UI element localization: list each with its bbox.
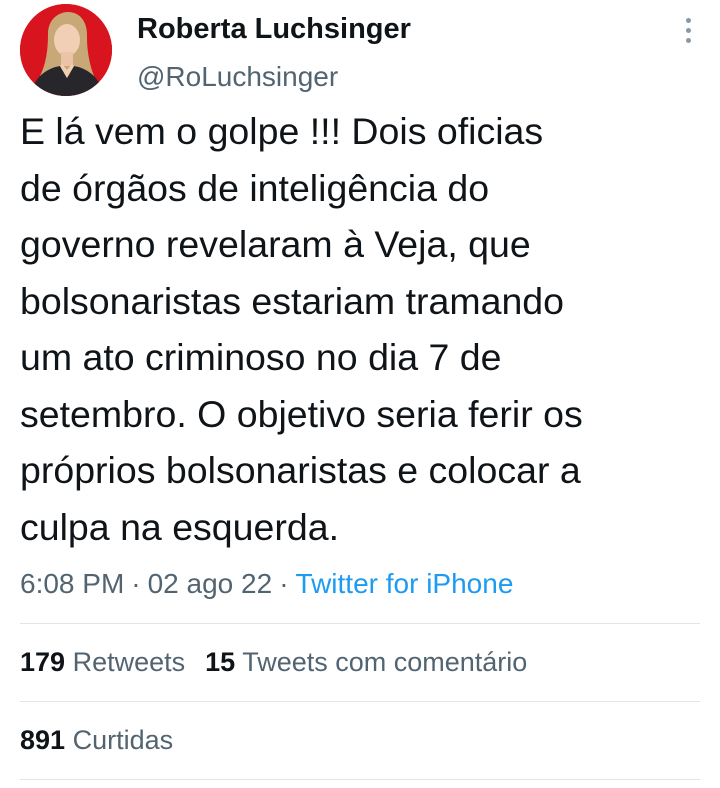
avatar[interactable]: [20, 4, 112, 96]
author-handle[interactable]: @RoLuchsinger: [137, 58, 411, 96]
tweet-meta: 6:08 PM · 02 ago 22 · Twitter for iPhone: [20, 564, 513, 604]
engagement-row-2: 891 Curtidas: [20, 720, 173, 760]
author-names: Roberta Luchsinger @RoLuchsinger: [137, 10, 411, 96]
quote-tweets-stat[interactable]: 15 Tweets com comentário: [205, 647, 527, 677]
likes-stat[interactable]: 891 Curtidas: [20, 725, 173, 755]
retweets-stat[interactable]: 179 Retweets: [20, 647, 185, 677]
more-vertical-icon[interactable]: [678, 18, 698, 48]
meta-separator: ·: [279, 568, 289, 599]
tweet-date[interactable]: 02 ago 22: [148, 568, 273, 599]
tweet-source-link[interactable]: Twitter for iPhone: [296, 568, 514, 599]
tweet-text: E lá vem o golpe !!! Dois oficias de órg…: [20, 110, 583, 548]
tweet-time[interactable]: 6:08 PM: [20, 568, 124, 599]
avatar-photo: [20, 4, 112, 96]
tweet-header: Roberta Luchsinger @RoLuchsinger: [20, 4, 700, 96]
retweets-count: 179: [20, 647, 66, 677]
quote-tweets-label: Tweets com comentário: [242, 647, 528, 677]
likes-count: 891: [20, 725, 66, 755]
divider: [20, 701, 700, 702]
author-display-name[interactable]: Roberta Luchsinger: [137, 10, 411, 48]
divider: [20, 779, 700, 780]
divider: [20, 623, 700, 624]
engagement-row-1: 179 Retweets 15 Tweets com comentário: [20, 642, 527, 682]
retweets-label: Retweets: [72, 647, 186, 677]
likes-label: Curtidas: [72, 725, 174, 755]
quote-tweets-count: 15: [205, 647, 236, 677]
meta-separator: ·: [131, 568, 141, 599]
tweet-card: Roberta Luchsinger @RoLuchsinger E lá ve…: [0, 0, 720, 788]
